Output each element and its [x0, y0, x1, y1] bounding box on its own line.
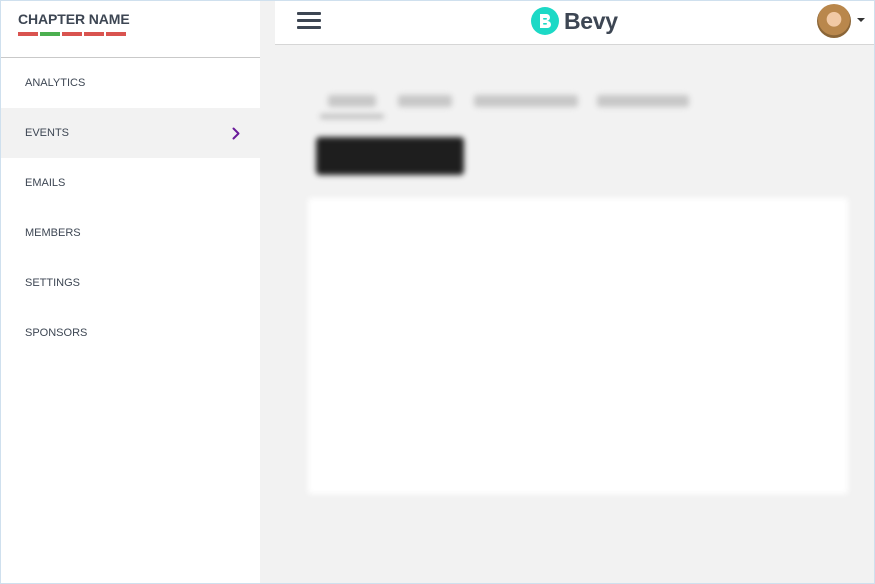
- chapter-header: CHAPTER NAME: [0, 0, 260, 58]
- tab-3[interactable]: [474, 95, 578, 107]
- sidebar-item-settings[interactable]: SETTINGS: [0, 258, 260, 308]
- color-stripe: [62, 32, 82, 36]
- active-tab-indicator: [320, 114, 384, 119]
- sidebar-item-sponsors[interactable]: SPONSORS: [0, 308, 260, 358]
- sidebar-item-events[interactable]: EVENTS: [0, 108, 260, 158]
- sidebar-item-label: EMAILS: [25, 177, 66, 189]
- color-stripe: [84, 32, 104, 36]
- sidebar-item-label: MEMBERS: [25, 227, 81, 239]
- bevy-logo-icon: [531, 7, 559, 35]
- hamburger-icon[interactable]: [297, 12, 321, 30]
- color-stripe: [18, 32, 38, 36]
- brand-logo[interactable]: Bevy: [531, 6, 618, 36]
- sidebar: CHAPTER NAME ANALYTICS EVENTS EMAILS MEM…: [0, 0, 260, 584]
- tab-1[interactable]: [328, 95, 376, 107]
- create-event-button[interactable]: [316, 137, 464, 175]
- sidebar-item-members[interactable]: MEMBERS: [0, 208, 260, 258]
- sidebar-item-label: EVENTS: [25, 127, 70, 139]
- sidebar-item-emails[interactable]: EMAILS: [0, 158, 260, 208]
- events-panel: [308, 198, 848, 494]
- top-bar: Bevy: [275, 0, 875, 45]
- sidebar-nav: ANALYTICS EVENTS EMAILS MEMBERS SETTINGS…: [0, 58, 260, 358]
- user-avatar[interactable]: [817, 4, 851, 38]
- sidebar-item-analytics[interactable]: ANALYTICS: [0, 58, 260, 108]
- sidebar-item-label: SPONSORS: [25, 327, 88, 339]
- sidebar-item-label: SETTINGS: [25, 277, 81, 289]
- color-stripe: [106, 32, 126, 36]
- chevron-right-icon: [232, 126, 244, 140]
- main-content: [300, 70, 860, 510]
- color-stripe: [40, 32, 60, 36]
- brand-name: Bevy: [564, 7, 618, 34]
- chapter-name: CHAPTER NAME: [18, 11, 130, 27]
- chapter-color-stripes: [18, 32, 260, 36]
- tab-2[interactable]: [398, 95, 452, 107]
- tab-4[interactable]: [597, 95, 689, 107]
- sidebar-item-label: ANALYTICS: [25, 77, 86, 89]
- caret-down-icon[interactable]: [857, 18, 865, 22]
